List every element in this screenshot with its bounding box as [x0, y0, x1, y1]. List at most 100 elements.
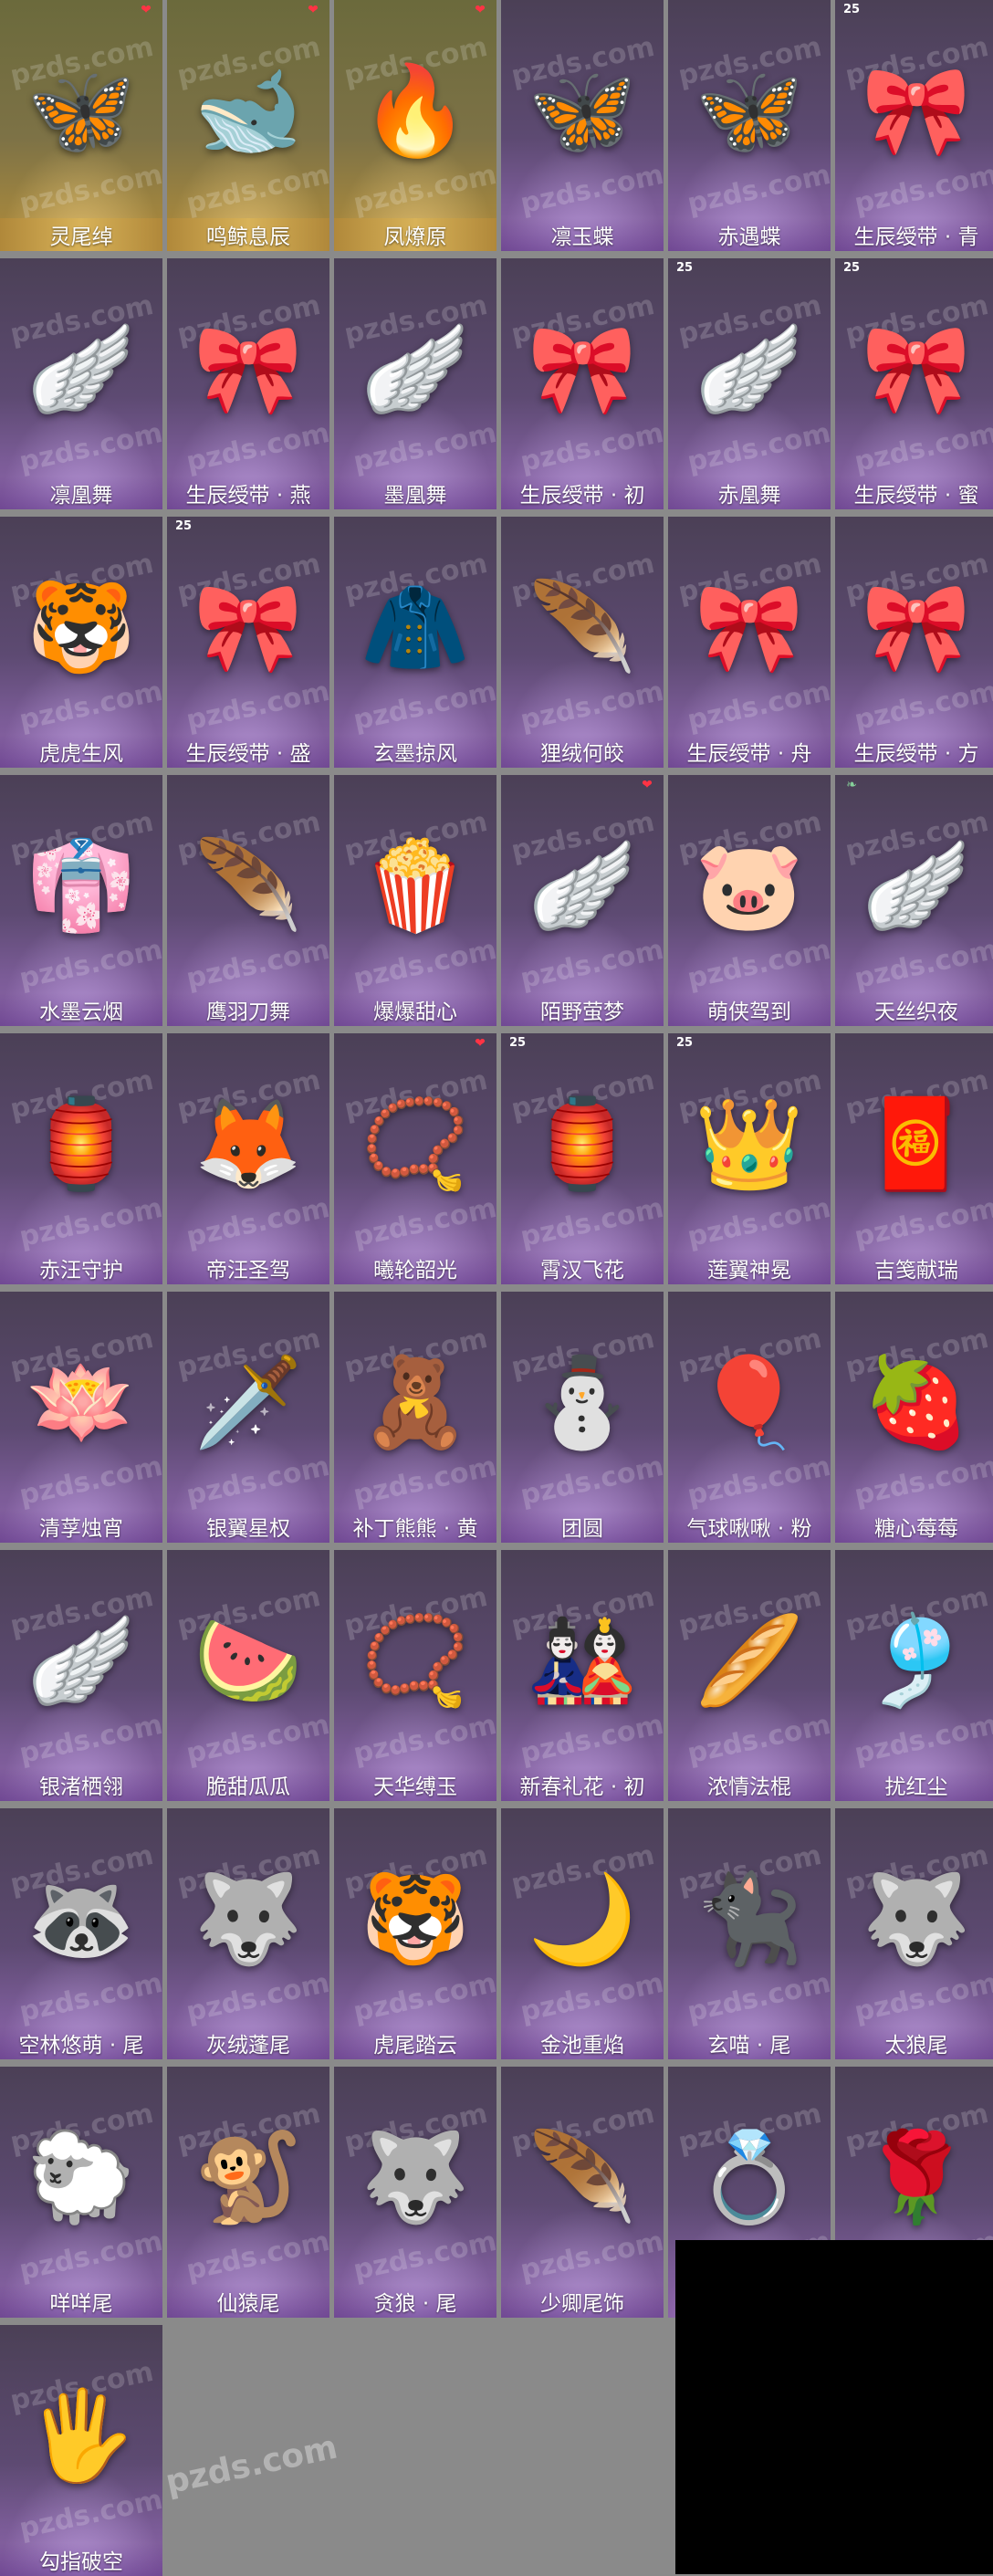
item-card[interactable]: pzds.compzds.com🐺灰绒蓬尾: [167, 1808, 329, 2059]
item-image: 🪽: [528, 834, 637, 937]
item-image: 🦋: [528, 59, 637, 162]
item-card[interactable]: pzds.compzds.com🐈‍⬛玄喵 · 尾: [668, 1808, 831, 2059]
item-card[interactable]: pzds.compzds.com🐺太狼尾: [835, 1808, 993, 2059]
item-card[interactable]: pzds.compzds.com👑25莲翼神冕: [668, 1033, 831, 1284]
item-card[interactable]: pzds.compzds.com🎐扰红尘: [835, 1550, 993, 1801]
item-card[interactable]: pzds.compzds.com🐑咩咩尾: [0, 2067, 162, 2318]
item-card[interactable]: pzds.compzds.com🪽银渚栖翎: [0, 1550, 162, 1801]
item-card[interactable]: pzds.compzds.com🖐️勾指破空: [0, 2325, 162, 2576]
item-card[interactable]: pzds.compzds.com🏮赤汪守护: [0, 1033, 162, 1284]
item-label: 萌侠驾到: [668, 993, 831, 1026]
black-overlay-panel: [675, 2240, 993, 2574]
item-label: 赤凰舞: [668, 476, 831, 509]
item-card[interactable]: pzds.compzds.com🍓糖心莓莓: [835, 1292, 993, 1543]
item-card[interactable]: pzds.compzds.com🎀生辰绶带 · 初: [501, 258, 664, 509]
item-label: 曦轮韶光: [334, 1251, 496, 1284]
item-card[interactable]: pzds.compzds.com🎈气球啾啾 · 粉: [668, 1292, 831, 1543]
item-card[interactable]: pzds.compzds.com🎀25生辰绶带 · 盛: [167, 517, 329, 768]
item-image: 🎀: [862, 576, 971, 678]
item-card[interactable]: pzds.compzds.com🎀25生辰绶带 · 青: [835, 0, 993, 251]
item-card[interactable]: pzds.compzds.com🎀25生辰绶带 · 蜜: [835, 258, 993, 509]
item-card[interactable]: pzds.compzds.com🐒仙猿尾: [167, 2067, 329, 2318]
item-image: 🌙: [528, 1868, 637, 1970]
item-image: 🪷: [26, 1351, 136, 1453]
item-image: 🥖: [695, 1609, 804, 1712]
item-card[interactable]: pzds.compzds.com🐺贪狼 · 尾: [334, 2067, 496, 2318]
item-card[interactable]: pzds.compzds.com🗡️银翼星权: [167, 1292, 329, 1543]
item-image: ⛄: [528, 1351, 637, 1453]
item-label: 生辰绶带 · 初: [501, 476, 664, 509]
item-label: 咩咩尾: [0, 2285, 162, 2318]
item-card[interactable]: pzds.compzds.com🎀生辰绶带 · 方: [835, 517, 993, 768]
item-image: 🐈‍⬛: [695, 1868, 804, 1970]
item-card[interactable]: pzds.compzds.com🏮25霄汉飞花: [501, 1033, 664, 1284]
item-card[interactable]: pzds.compzds.com🍉脆甜瓜瓜: [167, 1550, 329, 1801]
item-image: 🐺: [193, 1868, 303, 1970]
item-label: 金池重焰: [501, 2026, 664, 2059]
item-card[interactable]: pzds.compzds.com🎀生辰绶带 · 舟: [668, 517, 831, 768]
heart-icon: ❤: [475, 3, 486, 17]
item-card[interactable]: pzds.compzds.com🪶少卿尾饰: [501, 2067, 664, 2318]
item-image: 🔥: [361, 59, 470, 162]
item-card[interactable]: pzds.compzds.com🦋凛玉蝶: [501, 0, 664, 251]
number-badge: 25: [675, 261, 694, 275]
item-label: 莲翼神冕: [668, 1251, 831, 1284]
item-label: 空林悠萌 · 尾: [0, 2026, 162, 2059]
item-card[interactable]: pzds.compzds.com🪶鹰羽刀舞: [167, 775, 329, 1026]
item-image: 🪶: [528, 576, 637, 678]
item-image: 🍿: [361, 834, 470, 937]
item-card[interactable]: pzds.compzds.com🐯虎尾踏云: [334, 1808, 496, 2059]
item-card[interactable]: pzds.compzds.com🪽墨凰舞: [334, 258, 496, 509]
item-image: 🖐️: [26, 2384, 136, 2487]
item-image: 📿: [361, 1093, 470, 1195]
item-card[interactable]: pzds.compzds.com🐷萌侠驾到: [668, 775, 831, 1026]
item-card[interactable]: pzds.compzds.com🐋❤鸣鲸息辰: [167, 0, 329, 251]
item-card[interactable]: pzds.compzds.com📿天华缚玉: [334, 1550, 496, 1801]
item-card[interactable]: pzds.compzds.com🍿爆爆甜心: [334, 775, 496, 1026]
item-label: 银翼星权: [167, 1510, 329, 1543]
item-image: 🧸: [361, 1351, 470, 1453]
item-image: 🎀: [862, 59, 971, 162]
item-card[interactable]: pzds.compzds.com⛄团圆: [501, 1292, 664, 1543]
item-card[interactable]: pzds.compzds.com🪽凛凰舞: [0, 258, 162, 509]
item-card[interactable]: pzds.compzds.com🎎新春礼花 · 初: [501, 1550, 664, 1801]
item-card[interactable]: pzds.compzds.com🦋赤遇蝶: [668, 0, 831, 251]
item-label: 糖心莓莓: [835, 1510, 993, 1543]
item-card[interactable]: pzds.compzds.com🦝空林悠萌 · 尾: [0, 1808, 162, 2059]
item-card[interactable]: pzds.compzds.com🪽25赤凰舞: [668, 258, 831, 509]
item-card[interactable]: pzds.compzds.com🪶狸绒何皎: [501, 517, 664, 768]
item-card[interactable]: pzds.compzds.com🔥❤凤燎原: [334, 0, 496, 251]
item-label: 天华缚玉: [334, 1768, 496, 1801]
item-image: 🎀: [528, 318, 637, 420]
number-badge: 25: [842, 261, 861, 275]
item-card[interactable]: pzds.compzds.com🪷清莩烛宵: [0, 1292, 162, 1543]
item-image: 👘: [26, 834, 136, 937]
item-card[interactable]: pzds.compzds.com🧥玄墨掠风: [334, 517, 496, 768]
item-card[interactable]: pzds.compzds.com🥖浓情法棍: [668, 1550, 831, 1801]
number-badge: 25: [675, 1036, 694, 1050]
item-card[interactable]: pzds.compzds.com🪽❧天丝织夜: [835, 775, 993, 1026]
item-image: 📿: [361, 1609, 470, 1712]
item-card[interactable]: pzds.compzds.com🎀生辰绶带 · 燕: [167, 258, 329, 509]
item-image: 🎎: [528, 1609, 637, 1712]
item-image: 🦊: [193, 1093, 303, 1195]
item-card[interactable]: pzds.compzds.com🧸补丁熊熊 · 黄: [334, 1292, 496, 1543]
item-label: 玄喵 · 尾: [668, 2026, 831, 2059]
item-label: 虎虎生风: [0, 735, 162, 768]
item-label: 扰红尘: [835, 1768, 993, 1801]
item-image: 🎀: [695, 576, 804, 678]
item-card[interactable]: pzds.compzds.com📿❤曦轮韶光: [334, 1033, 496, 1284]
item-card[interactable]: pzds.compzds.com🌙金池重焰: [501, 1808, 664, 2059]
item-image: 🎐: [862, 1609, 971, 1712]
item-image: 🦋: [695, 59, 804, 162]
item-card[interactable]: pzds.compzds.com🦊帝汪圣驾: [167, 1033, 329, 1284]
item-card[interactable]: pzds.compzds.com👘水墨云烟: [0, 775, 162, 1026]
item-image: 🎀: [862, 318, 971, 420]
item-label: 太狼尾: [835, 2026, 993, 2059]
item-image: 🐯: [361, 1868, 470, 1970]
item-card[interactable]: pzds.compzds.com🐯虎虎生风: [0, 517, 162, 768]
item-card[interactable]: pzds.compzds.com🪽❤陌野萤梦: [501, 775, 664, 1026]
item-card[interactable]: pzds.compzds.com🧧吉笺献瑞: [835, 1033, 993, 1284]
item-card[interactable]: pzds.compzds.com🦋❤灵尾绰: [0, 0, 162, 251]
item-label: 凛凰舞: [0, 476, 162, 509]
